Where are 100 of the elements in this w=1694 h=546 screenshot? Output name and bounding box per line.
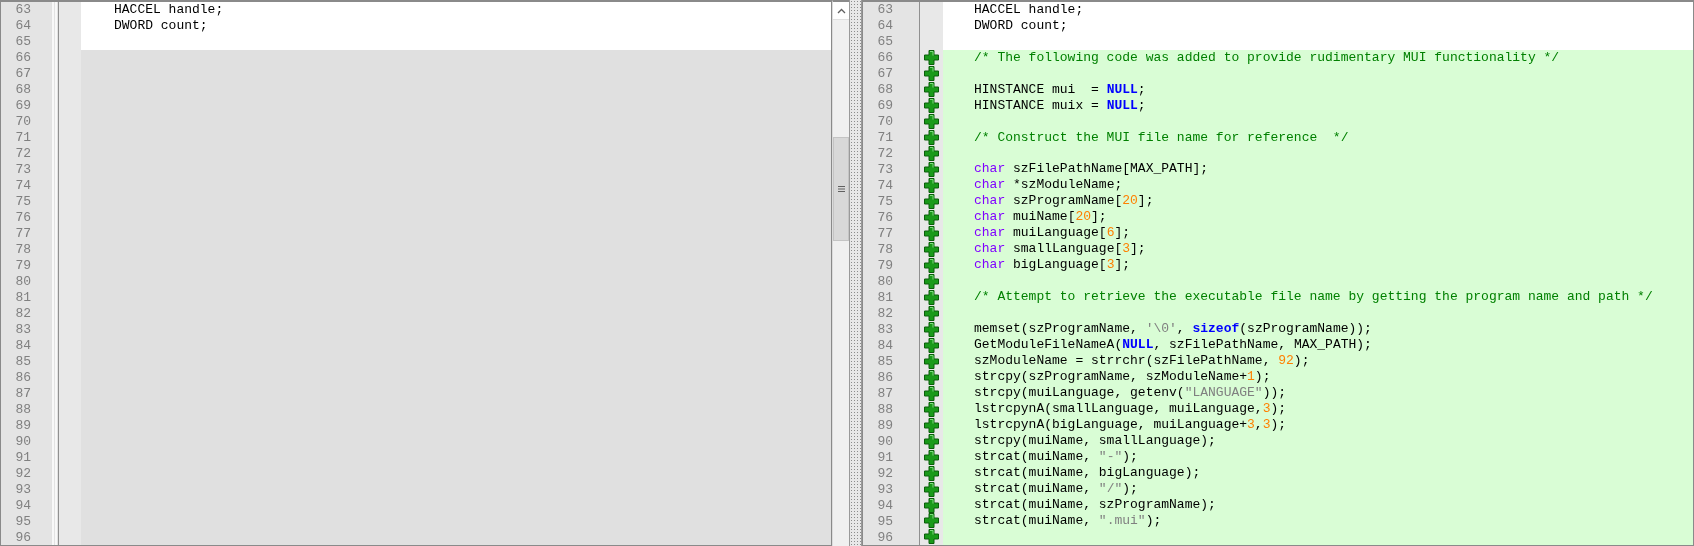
code-line: char szFilePathName[MAX_PATH]; bbox=[974, 161, 1209, 177]
line-number: 63 bbox=[876, 2, 894, 18]
code-line: /* The following code was added to provide rudimentary MUI functionality */ bbox=[974, 49, 1560, 65]
code-line: lstrcpynA(smallLanguage, muiLanguage,3); bbox=[974, 401, 1287, 417]
code-line: strcpy(muiLanguage, getenv("LANGUAGE")); bbox=[974, 385, 1287, 401]
line-number: 87 bbox=[14, 386, 32, 402]
line-number: 88 bbox=[14, 402, 32, 418]
line-number: 63 bbox=[14, 2, 32, 18]
line-number: 94 bbox=[14, 498, 32, 514]
line-number: 92 bbox=[876, 466, 894, 482]
line-number: 64 bbox=[14, 18, 32, 34]
line-number: 78 bbox=[876, 242, 894, 258]
line-number: 90 bbox=[876, 434, 894, 450]
line-number: 89 bbox=[14, 418, 32, 434]
code-line: strcpy(szProgramName, szModuleName+1); bbox=[974, 369, 1271, 385]
code-line: char bigLanguage[3]; bbox=[974, 257, 1131, 273]
line-number: 74 bbox=[876, 178, 894, 194]
line-number: 67 bbox=[14, 66, 32, 82]
line-number: 86 bbox=[876, 370, 894, 386]
line-number: 70 bbox=[14, 114, 32, 130]
code-line: strcat(muiName, ".mui"); bbox=[974, 513, 1162, 529]
line-number: 71 bbox=[876, 130, 894, 146]
line-number: 70 bbox=[876, 114, 894, 130]
code-line: char *szModuleName; bbox=[974, 177, 1123, 193]
line-number: 91 bbox=[876, 450, 894, 466]
line-number: 82 bbox=[876, 306, 894, 322]
code-line: HACCEL handle; bbox=[974, 2, 1084, 17]
line-number: 68 bbox=[14, 82, 32, 98]
line-number: 65 bbox=[14, 34, 32, 50]
code-line: szModuleName = strrchr(szFilePathName, 92); bbox=[974, 353, 1310, 369]
scrollbar-thumb[interactable] bbox=[833, 137, 849, 241]
code-line: HINSTANCE mui = NULL; bbox=[974, 81, 1146, 97]
line-number: 78 bbox=[14, 242, 32, 258]
line-number: 64 bbox=[876, 18, 894, 34]
line-number: 74 bbox=[14, 178, 32, 194]
line-number: 95 bbox=[14, 514, 32, 530]
line-number: 77 bbox=[14, 226, 32, 242]
line-number: 68 bbox=[876, 82, 894, 98]
code-line: strcat(muiName, "-"); bbox=[974, 449, 1138, 465]
line-number: 82 bbox=[14, 306, 32, 322]
code-line: DWORD count; bbox=[974, 18, 1068, 33]
line-number: 83 bbox=[14, 322, 32, 338]
code-line: HINSTANCE muix = NULL; bbox=[974, 97, 1146, 113]
line-number: 69 bbox=[876, 98, 894, 114]
code-line: char szProgramName[20]; bbox=[974, 193, 1154, 209]
line-number: 94 bbox=[876, 498, 894, 514]
line-number: 75 bbox=[14, 194, 32, 210]
line-number: 79 bbox=[876, 258, 894, 274]
line-number: 81 bbox=[876, 290, 894, 306]
code-line: HACCEL handle; bbox=[114, 2, 224, 17]
line-number: 75 bbox=[876, 194, 894, 210]
line-number: 93 bbox=[14, 482, 32, 498]
line-number: 93 bbox=[876, 482, 894, 498]
code-line: DWORD count; bbox=[114, 18, 208, 33]
line-number: 76 bbox=[14, 210, 32, 226]
line-number: 92 bbox=[14, 466, 32, 482]
line-number: 72 bbox=[876, 146, 894, 162]
line-number: 88 bbox=[876, 402, 894, 418]
line-number: 76 bbox=[876, 210, 894, 226]
line-number: 71 bbox=[14, 130, 32, 146]
line-number: 95 bbox=[876, 514, 894, 530]
line-number: 84 bbox=[14, 338, 32, 354]
line-number: 96 bbox=[876, 530, 894, 545]
line-number: 96 bbox=[14, 530, 32, 545]
line-number: 69 bbox=[14, 98, 32, 114]
chevron-up-icon bbox=[836, 7, 846, 14]
line-number: 79 bbox=[14, 258, 32, 274]
scroll-up-button[interactable] bbox=[833, 2, 849, 20]
line-number: 81 bbox=[14, 290, 32, 306]
code-line: /* Construct the MUI file name for reference */ bbox=[974, 129, 1349, 145]
code-line: char smallLanguage[3]; bbox=[974, 241, 1146, 257]
line-number: 89 bbox=[876, 418, 894, 434]
line-number: 83 bbox=[876, 322, 894, 338]
line-number: 80 bbox=[876, 274, 894, 290]
code-line: strcpy(muiName, smallLanguage); bbox=[974, 433, 1216, 449]
line-number: 91 bbox=[14, 450, 32, 466]
code-line: char muiName[20]; bbox=[974, 209, 1107, 225]
grip-icon bbox=[837, 186, 845, 192]
code-line: strcat(muiName, "/"); bbox=[974, 481, 1138, 497]
code-line: lstrcpynA(bigLanguage, muiLanguage+3,3); bbox=[974, 417, 1287, 433]
line-number: 65 bbox=[876, 34, 894, 50]
line-number: 86 bbox=[14, 370, 32, 386]
code-line: /* Attempt to retrieve the executable file name by getting the program name and path */ bbox=[974, 289, 1653, 305]
code-line: char muiLanguage[6]; bbox=[974, 225, 1131, 241]
pane-splitter[interactable] bbox=[849, 0, 862, 546]
line-number: 73 bbox=[14, 162, 32, 178]
code-line: strcat(muiName, szProgramName); bbox=[974, 497, 1216, 513]
line-number: 72 bbox=[14, 146, 32, 162]
line-number: 80 bbox=[14, 274, 32, 290]
code-line: GetModuleFileNameA(NULL, szFilePathName, MAX_PATH); bbox=[974, 337, 1372, 353]
line-number: 84 bbox=[876, 338, 894, 354]
line-number: 85 bbox=[14, 354, 32, 370]
line-number: 85 bbox=[876, 354, 894, 370]
line-number: 66 bbox=[876, 50, 894, 66]
code-line: strcat(muiName, bigLanguage); bbox=[974, 465, 1201, 481]
line-number: 66 bbox=[14, 50, 32, 66]
line-number: 67 bbox=[876, 66, 894, 82]
code-line: memset(szProgramName, '\0', sizeof(szProgramName)); bbox=[974, 321, 1372, 337]
line-number: 87 bbox=[876, 386, 894, 402]
line-number: 77 bbox=[876, 226, 894, 242]
